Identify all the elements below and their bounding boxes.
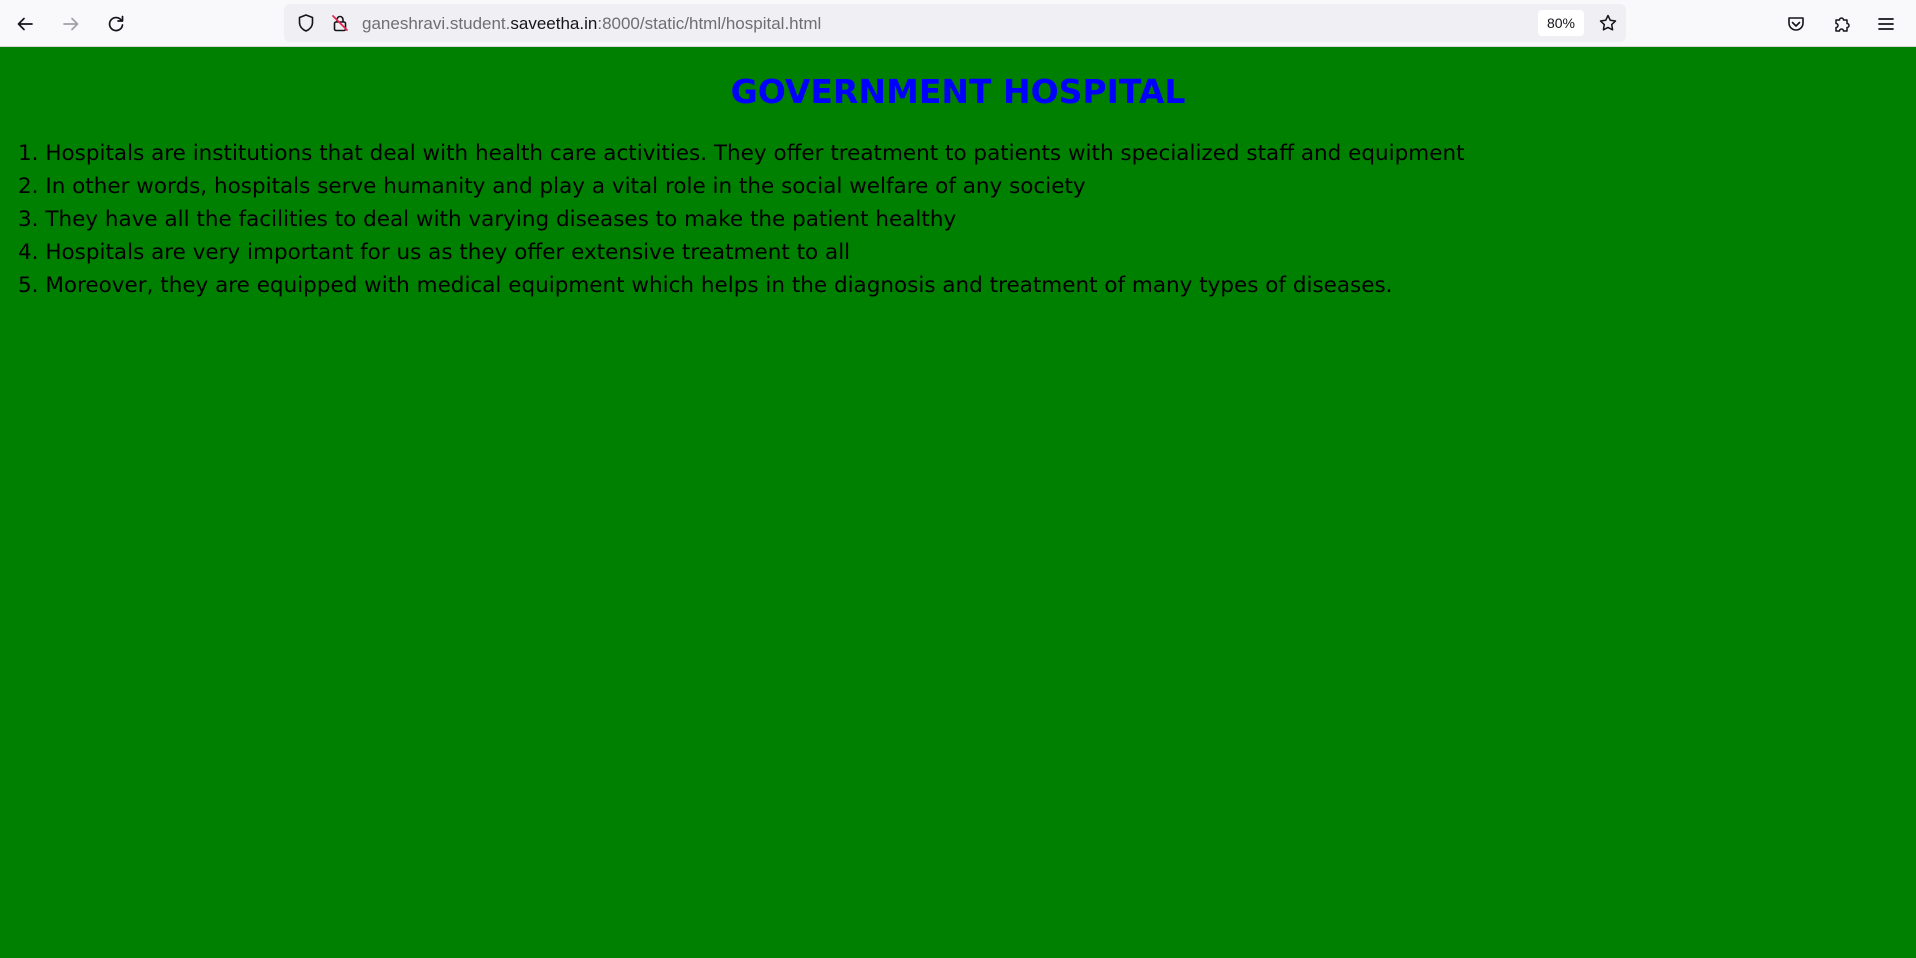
browser-toolbar: ganeshravi.student.saveetha.in:8000/stat… bbox=[0, 0, 1916, 47]
puzzle-icon bbox=[1835, 17, 1850, 32]
url-prefix: ganeshravi.student. bbox=[362, 14, 511, 33]
url-text[interactable]: ganeshravi.student.saveetha.in:8000/stat… bbox=[362, 14, 821, 34]
reload-icon bbox=[108, 15, 124, 32]
hamburger-menu-icon bbox=[1878, 18, 1894, 30]
hospital-points-list: 1. Hospitals are institutions that deal … bbox=[18, 137, 1898, 302]
forward-arrow-icon bbox=[63, 17, 79, 31]
list-item: 2. In other words, hospitals serve human… bbox=[18, 174, 1086, 199]
forward-button[interactable] bbox=[55, 8, 87, 40]
app-menu-button[interactable] bbox=[1870, 8, 1902, 40]
url-suffix: :8000/static/html/hospital.html bbox=[597, 14, 822, 33]
back-button[interactable] bbox=[9, 8, 41, 40]
zoom-level-button[interactable]: 80% bbox=[1538, 10, 1584, 36]
list-item: 1. Hospitals are institutions that deal … bbox=[18, 141, 1465, 166]
list-item: 3. They have all the facilities to deal … bbox=[18, 207, 957, 232]
list-item: 5. Moreover, they are equipped with medi… bbox=[18, 273, 1393, 298]
shield-icon[interactable] bbox=[296, 13, 316, 33]
star-icon[interactable] bbox=[1598, 13, 1618, 33]
address-bar[interactable]: ganeshravi.student.saveetha.in:8000/stat… bbox=[284, 4, 1626, 42]
pocket-icon bbox=[1788, 17, 1804, 31]
extensions-button[interactable] bbox=[1826, 8, 1858, 40]
reload-button[interactable] bbox=[100, 8, 132, 40]
back-arrow-icon bbox=[17, 17, 33, 31]
page-content: GOVERNMENT HOSPITAL 1. Hospitals are ins… bbox=[0, 47, 1916, 958]
url-domain: saveetha.in bbox=[510, 14, 598, 33]
page-title: GOVERNMENT HOSPITAL bbox=[730, 72, 1186, 111]
list-item: 4. Hospitals are very important for us a… bbox=[18, 240, 851, 265]
insecure-lock-icon[interactable] bbox=[330, 13, 350, 33]
pocket-button[interactable] bbox=[1780, 8, 1812, 40]
